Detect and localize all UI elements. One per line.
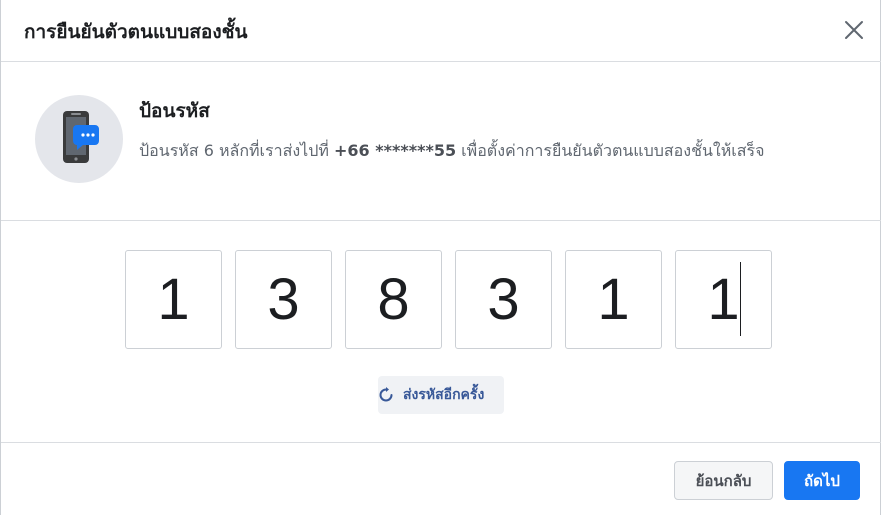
info-section: ป้อนรหัส ป้อนรหัส 6 หลักที่เราส่งไปที่ +… (1, 63, 881, 221)
info-heading: ป้อนรหัส (139, 100, 210, 122)
code-digit-1[interactable]: 1 (125, 250, 222, 349)
code-digit-6[interactable]: 1 (675, 250, 772, 349)
refresh-icon (379, 387, 393, 402)
code-digit-2[interactable]: 3 (235, 250, 332, 349)
close-icon (845, 21, 863, 39)
resend-label: ส่งรหัสอีกครั้ง (403, 387, 485, 403)
dialog-header: การยืนยันตัวตนแบบสองชั้น (1, 0, 881, 62)
desc-prefix: ป้อนรหัส 6 หลักที่เราส่งไปที่ (139, 141, 335, 160)
code-input-row: 1 3 8 3 1 1 (125, 250, 775, 350)
code-digit-4[interactable]: 3 (455, 250, 552, 349)
back-button[interactable]: ย้อนกลับ (674, 461, 773, 500)
info-description: ป้อนรหัส 6 หลักที่เราส่งไปที่ +66 ******… (139, 139, 764, 164)
phone-illustration (35, 95, 123, 183)
two-factor-dialog: การยืนยันตัวตนแบบสองชั้น ป้อนรหัส ป้อนรห… (0, 0, 881, 515)
code-digit-5[interactable]: 1 (565, 250, 662, 349)
code-digit-3[interactable]: 8 (345, 250, 442, 349)
desc-suffix: เพื่อตั้งค่าการยืนยันตัวตนแบบสองชั้นให้เ… (456, 141, 765, 160)
close-button[interactable] (842, 18, 866, 42)
phone-number: +66 *******55 (334, 141, 457, 160)
dialog-footer: ย้อนกลับ ถัดไป (1, 442, 881, 515)
resend-code-button[interactable]: ส่งรหัสอีกครั้ง (378, 376, 504, 414)
text-caret (740, 262, 741, 336)
next-button[interactable]: ถัดไป (784, 461, 860, 500)
dialog-title: การยืนยันตัวตนแบบสองชั้น (24, 21, 248, 43)
phone-chat-icon (63, 111, 99, 163)
